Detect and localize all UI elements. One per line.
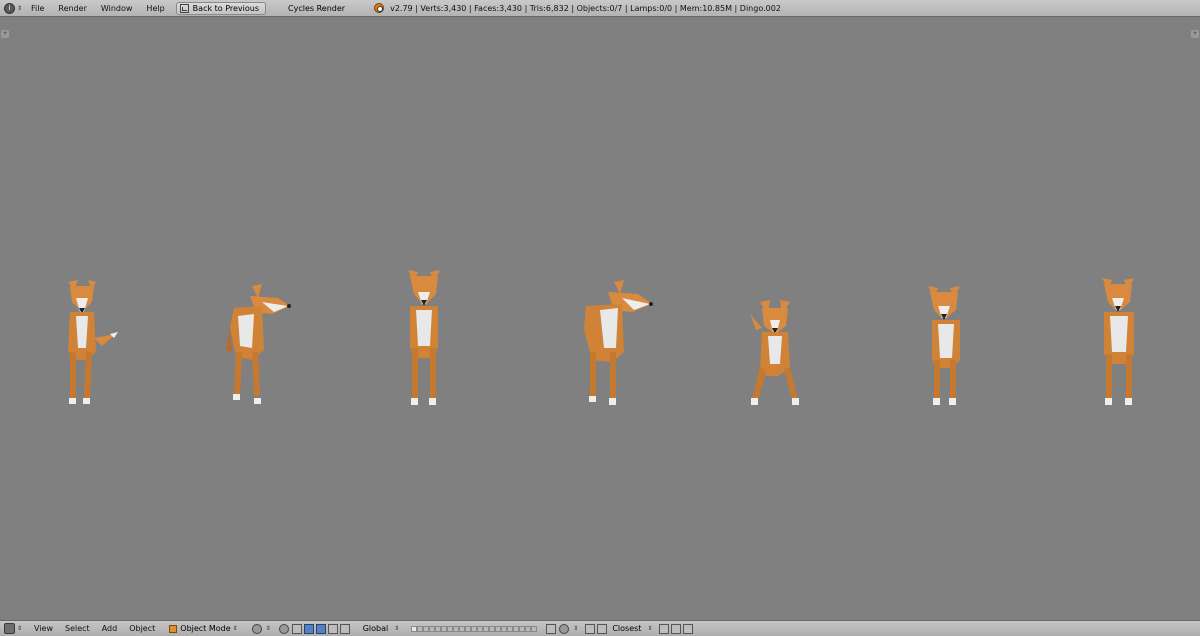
dingo-model-2[interactable] bbox=[222, 268, 294, 408]
interaction-mode-label: Object Mode bbox=[180, 624, 231, 633]
menu-select[interactable]: Select bbox=[59, 624, 96, 633]
snap-toggle-icon[interactable] bbox=[585, 623, 596, 634]
updown-arrow-icon: ⇕ bbox=[17, 625, 23, 632]
dingo-model-7[interactable] bbox=[1098, 268, 1142, 410]
area-split-corner-right[interactable]: + bbox=[1191, 30, 1199, 38]
menu-file[interactable]: File bbox=[24, 0, 51, 17]
dingo-model-3[interactable] bbox=[402, 268, 450, 410]
clapper-icon[interactable] bbox=[683, 623, 694, 634]
updown-arrow-icon: ⇕ bbox=[265, 625, 271, 632]
object-mode-cube-icon bbox=[169, 624, 178, 633]
back-icon bbox=[179, 3, 189, 13]
blender-logo-icon bbox=[374, 3, 385, 13]
search-icon[interactable] bbox=[339, 623, 350, 634]
translate-manipulator-icon[interactable] bbox=[303, 623, 314, 634]
menu-window[interactable]: Window bbox=[94, 0, 140, 17]
lock-layers-icon[interactable] bbox=[546, 623, 557, 634]
3d-view-editor-icon[interactable] bbox=[4, 623, 15, 634]
dingo-model-6[interactable] bbox=[924, 268, 968, 410]
opengl-render-animation-icon[interactable] bbox=[671, 623, 682, 634]
opengl-render-icon[interactable] bbox=[659, 623, 670, 634]
updown-arrow-icon: ⇕ bbox=[394, 625, 400, 632]
dingo-model-1[interactable] bbox=[58, 268, 122, 408]
back-to-previous-label: Back to Previous bbox=[192, 3, 260, 13]
menu-help[interactable]: Help bbox=[139, 0, 171, 17]
menu-add[interactable]: Add bbox=[96, 624, 124, 633]
snap-target-selector[interactable]: Closest bbox=[608, 624, 645, 633]
info-icon: i bbox=[4, 2, 15, 14]
updown-arrow-icon: ⇕ bbox=[647, 625, 653, 632]
render-engine-selector[interactable]: Cycles Render bbox=[288, 4, 345, 13]
dingo-model-4[interactable] bbox=[578, 268, 656, 410]
3d-viewport[interactable]: + + bbox=[0, 18, 1200, 620]
menu-view[interactable]: View bbox=[28, 624, 59, 633]
editor-type-selector[interactable]: i ⇕ bbox=[4, 2, 24, 15]
rotate-manipulator-icon[interactable] bbox=[315, 623, 326, 634]
area-split-corner-left[interactable]: + bbox=[1, 30, 9, 38]
manipulator-toggle-icon[interactable] bbox=[291, 623, 302, 634]
viewport-shading-icon[interactable] bbox=[251, 623, 262, 634]
scale-manipulator-icon[interactable] bbox=[327, 623, 338, 634]
scene-statistics: v2.79 | Verts:3,430 | Faces:3,430 | Tris… bbox=[390, 3, 781, 13]
info-header: i ⇕ File Render Window Help Back to Prev… bbox=[0, 0, 1200, 17]
back-to-previous-button[interactable]: Back to Previous bbox=[175, 1, 267, 15]
snap-element-icon[interactable] bbox=[597, 623, 608, 634]
updown-arrow-icon: ⇕ bbox=[232, 625, 238, 632]
dingo-model-5[interactable] bbox=[740, 268, 806, 410]
menu-render[interactable]: Render bbox=[51, 0, 93, 17]
menu-object[interactable]: Object bbox=[123, 624, 161, 633]
updown-arrow-icon: ⇕ bbox=[573, 625, 579, 632]
scene-layers[interactable] bbox=[411, 625, 538, 632]
proportional-editing-icon[interactable] bbox=[559, 623, 570, 634]
3d-view-header: ⇕ View Select Add Object Object Mode ⇕ ⇕… bbox=[0, 620, 1200, 636]
interaction-mode-selector[interactable]: Object Mode ⇕ bbox=[167, 623, 249, 635]
pivot-point-icon[interactable] bbox=[278, 623, 289, 634]
transform-orientation-selector[interactable]: Global bbox=[359, 624, 393, 633]
updown-arrow-icon: ⇕ bbox=[17, 4, 23, 12]
